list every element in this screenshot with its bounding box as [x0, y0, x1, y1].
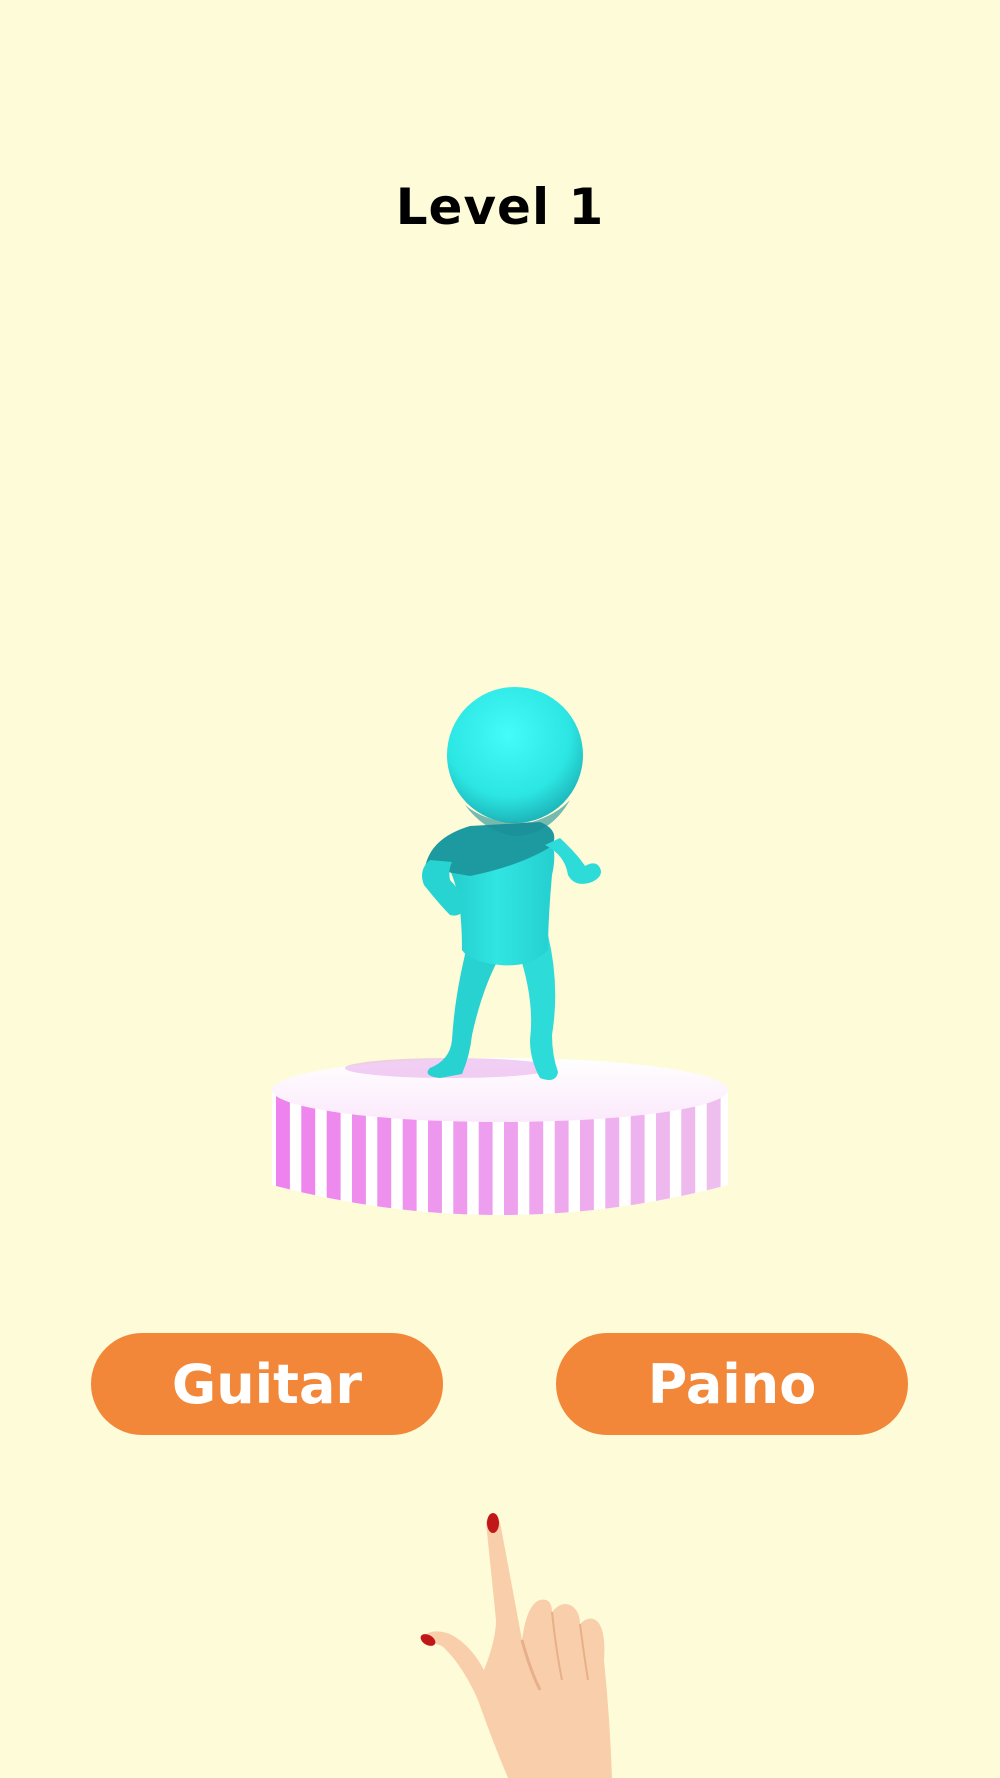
pedestal-stripe	[706, 1090, 721, 1215]
guitar-button[interactable]: Guitar	[91, 1333, 443, 1435]
game-scene	[272, 687, 728, 1778]
pedestal	[272, 1058, 728, 1215]
pedestal-stripe	[276, 1090, 290, 1215]
dancer-character	[422, 687, 601, 1080]
paino-button[interactable]: Paino	[556, 1333, 908, 1435]
pointing-hand-icon	[420, 1513, 612, 1778]
